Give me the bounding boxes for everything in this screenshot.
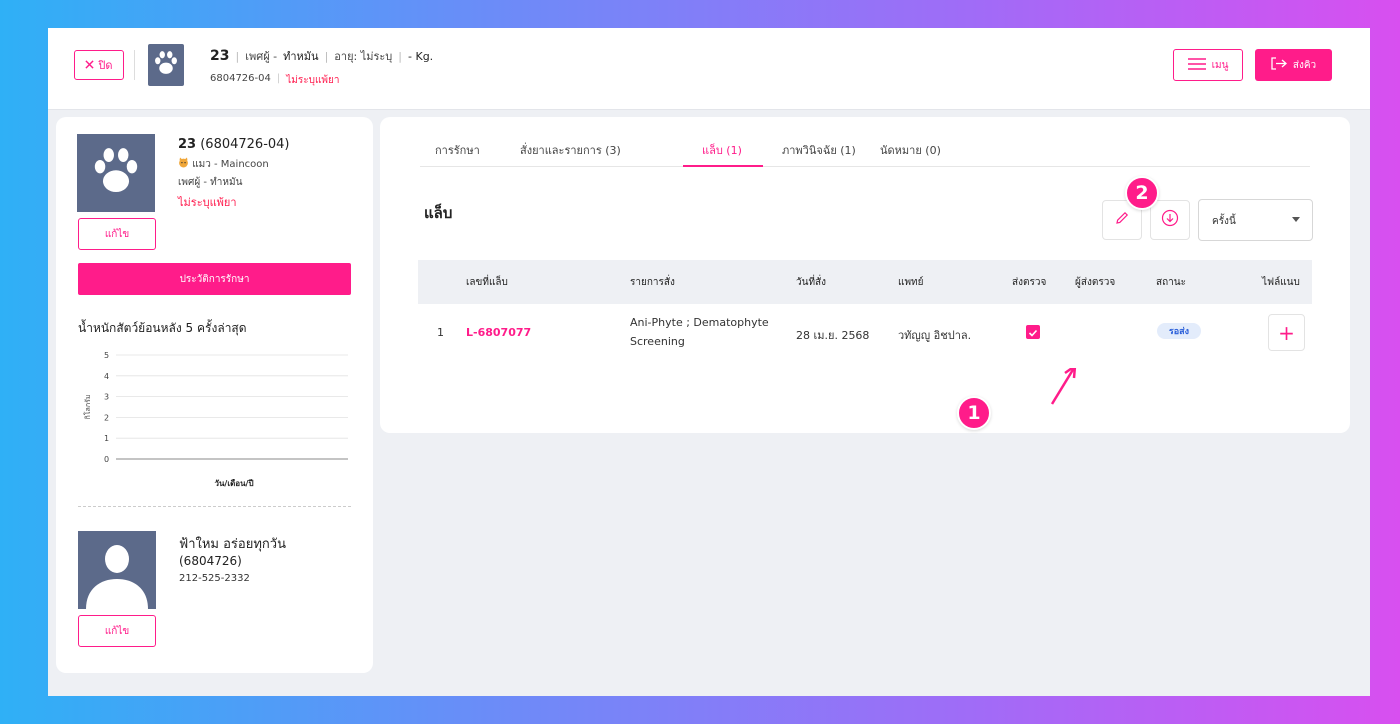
tab-prescription[interactable]: สั่งยาและรายการ (3) [520, 141, 621, 159]
lab-number-link[interactable]: L-6807077 [466, 326, 531, 339]
pet-breed-text: แมว - Maincoon [192, 159, 269, 170]
separator: | [324, 50, 329, 63]
treatment-history-button[interactable]: ประวัติการรักษา [78, 263, 351, 295]
tab-bar: การรักษา สั่งยาและรายการ (3) แล็บ (1) ภา… [420, 117, 1310, 167]
tab-appointment[interactable]: นัดหมาย (0) [880, 141, 941, 159]
patient-header: ปิด 23 | เพศผู้ - ทำหมัน | อายุ: ไม่ระบุ… [48, 28, 1370, 110]
pet-name-code: (6804726-04) [200, 137, 290, 152]
add-attachment-button[interactable]: + [1268, 314, 1305, 351]
order-date: 28 เม.ย. 2568 [796, 329, 870, 342]
separator: | [276, 73, 281, 84]
separator: | [398, 50, 403, 63]
doctor-name: วทัญญู อิชปาล. [898, 329, 972, 342]
divider [78, 506, 351, 507]
pet-subinfo: 6804726-04 | ไม่ระบุแพ้ยา [210, 73, 339, 88]
allergy-label: ไม่ระบุแพ้ยา [286, 75, 340, 86]
step-marker-1: 1 [957, 396, 991, 430]
y-tick-label: 0 [104, 455, 109, 464]
age-label: อายุ: ไม่ระบุ [334, 50, 393, 63]
close-button[interactable]: ปิด [74, 50, 124, 80]
y-axis-label: กิโลกรัม [83, 395, 92, 420]
edit-pet-button[interactable]: แก้ไข [78, 218, 156, 250]
col-sent: ส่งตรวจ [1012, 277, 1047, 288]
paw-icon [87, 142, 145, 204]
send-lab-checkbox[interactable] [1026, 325, 1040, 339]
app-frame: ปิด 23 | เพศผู้ - ทำหมัน | อายุ: ไม่ระบุ… [48, 28, 1370, 696]
col-attachment: ไฟล์แนบ [1262, 277, 1300, 288]
col-date: วันที่สั่ง [796, 277, 827, 288]
col-doctor: แพทย์ [898, 277, 924, 288]
col-item: รายการสั่ง [630, 277, 675, 288]
person-silhouette-icon [78, 545, 156, 609]
pet-photo [77, 134, 155, 212]
queue-label: ส่งคิว [1292, 59, 1317, 71]
table-header: เลขที่แล็บ รายการสั่ง วันที่สั่ง แพทย์ ส… [418, 260, 1312, 304]
close-icon [85, 59, 95, 72]
pet-number: 23 [210, 48, 230, 64]
download-button[interactable] [1150, 200, 1190, 240]
owner-id: (6804726) [179, 554, 242, 568]
pet-avatar [148, 44, 184, 86]
pet-code: 6804726-04 [210, 73, 271, 84]
close-label: ปิด [98, 59, 113, 72]
weight-chart: 5 4 3 2 1 0 กิโลกรัมวัน/เดือน/ปี [83, 351, 348, 488]
row-index: 1 [437, 326, 444, 339]
order-item-line2: Screening [630, 335, 685, 348]
step-marker-2: 2 [1125, 176, 1159, 210]
col-status: สถานะ [1156, 277, 1186, 288]
y-tick-label: 4 [104, 372, 109, 381]
y-tick-label: 5 [104, 351, 109, 360]
owner-avatar [78, 531, 156, 609]
tab-treatment[interactable]: การรักษา [435, 141, 480, 159]
weight-chart-title: น้ำหนักสัตว์ย้อนหลัง 5 ครั้งล่าสุด [78, 321, 247, 335]
col-lab-no: เลขที่แล็บ [466, 277, 508, 288]
plus-icon: + [1278, 320, 1295, 345]
caret-down-icon [1292, 217, 1300, 222]
period-select[interactable]: ครั้งนี้ [1198, 199, 1313, 241]
pet-name: 23 (6804726-04) [178, 137, 290, 152]
pet-info-card: 23 (6804726-04) แมว - Maincoon เพศผู้ - … [56, 117, 373, 673]
send-queue-button[interactable]: ส่งคิว [1255, 49, 1332, 81]
lab-card: การรักษา สั่งยาและรายการ (3) แล็บ (1) ภา… [380, 117, 1350, 433]
y-tick-label: 2 [104, 413, 109, 422]
y-tick-label: 1 [104, 434, 109, 443]
menu-label: เมนู [1211, 59, 1229, 71]
sex-label: เพศผู้ - [245, 50, 278, 63]
pet-summary: 23 | เพศผู้ - ทำหมัน | อายุ: ไม่ระบุ | -… [210, 47, 433, 65]
check-icon [1028, 323, 1038, 342]
exit-arrow-icon [1271, 57, 1287, 73]
separator: | [235, 50, 240, 63]
edit-owner-button[interactable]: แก้ไข [78, 615, 156, 647]
pet-allergy: ไม่ระบุแพ้ยา [178, 196, 237, 209]
pointer-arrow [1050, 368, 1077, 405]
download-circle-icon [1161, 209, 1179, 231]
divider [134, 50, 135, 80]
order-item-line1: Ani-Phyte ; Dematophyte [630, 316, 769, 329]
section-title: แล็บ [424, 204, 453, 222]
paw-icon [151, 48, 181, 82]
hamburger-icon [1187, 57, 1206, 73]
pet-sex: เพศผู้ - ทำหมัน [178, 177, 243, 188]
pencil-icon [1114, 210, 1130, 230]
menu-button[interactable]: เมนู [1173, 49, 1243, 81]
active-tab-indicator [683, 165, 763, 167]
tab-lab[interactable]: แล็บ (1) [702, 141, 742, 159]
weight-label: - Kg. [408, 50, 434, 63]
period-select-value: ครั้งนี้ [1212, 216, 1236, 227]
x-axis-label: วัน/เดือน/ปี [214, 478, 253, 488]
pet-breed: แมว - Maincoon [178, 157, 269, 172]
cat-icon [178, 157, 192, 170]
y-tick-label: 3 [104, 393, 109, 402]
tab-imaging[interactable]: ภาพวินิจฉัย (1) [782, 141, 856, 159]
sterile-label: ทำหมัน [283, 50, 319, 63]
owner-name: ฟ้าใหม อร่อยทุกวัน [179, 537, 286, 552]
status-badge: รอส่ง [1157, 323, 1201, 339]
col-sender: ผู้ส่งตรวจ [1075, 277, 1116, 288]
owner-phone: 212-525-2332 [179, 573, 250, 584]
pet-name-number: 23 [178, 137, 197, 152]
